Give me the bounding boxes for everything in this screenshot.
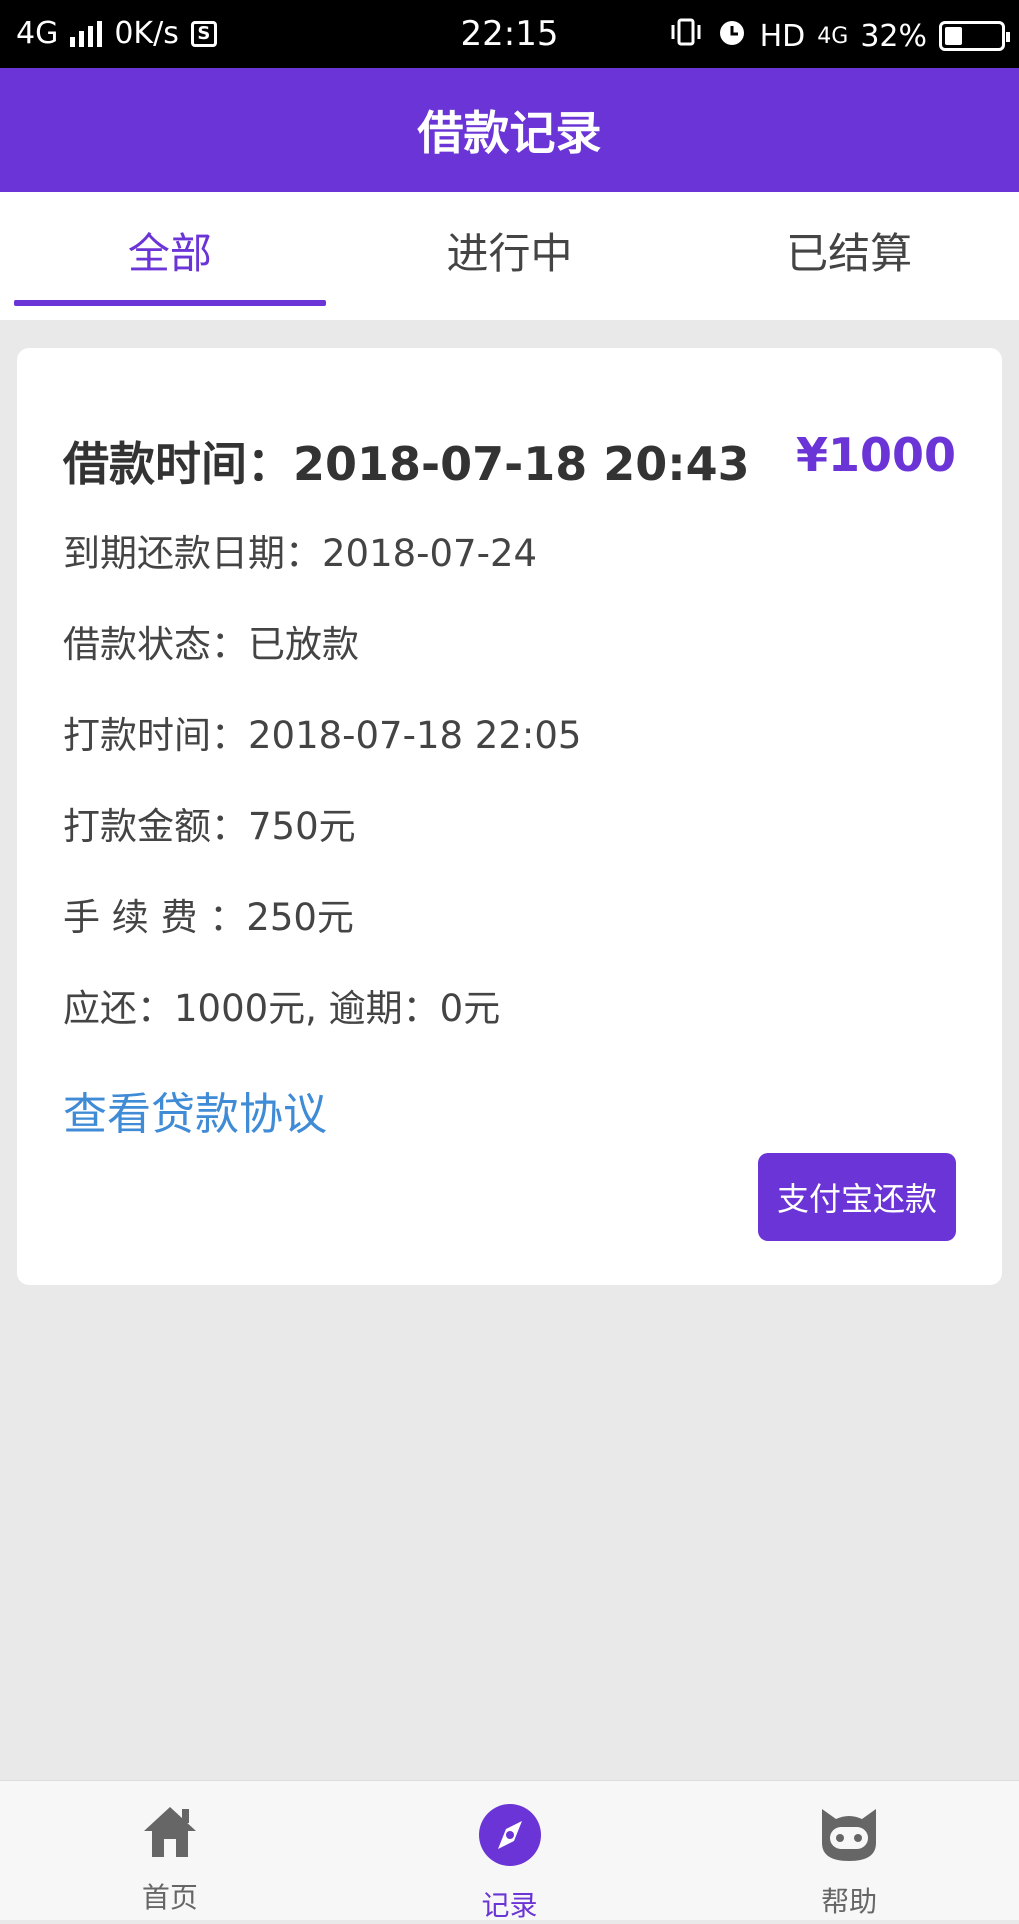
status-bar: 4G 0K/s S 22:15 HD 4G 32% <box>0 0 1019 68</box>
alarm-icon <box>716 16 748 56</box>
nav-records[interactable]: 记录 <box>340 1781 680 1922</box>
borrow-time: 借款时间：2018-07-18 20:43 <box>63 437 750 491</box>
nav-help[interactable]: 帮助 <box>679 1781 1019 1920</box>
tab-in-progress[interactable]: 进行中 <box>340 192 680 320</box>
alipay-repay-button[interactable]: 支付宝还款 <box>758 1153 956 1241</box>
tab-all[interactable]: 全部 <box>0 192 340 320</box>
tab-settled[interactable]: 已结算 <box>679 192 1019 320</box>
due-date: 到期还款日期：2018-07-24 <box>63 532 538 575</box>
loan-status: 借款状态：已放款 <box>63 623 359 666</box>
network2-label: 4G <box>817 23 849 49</box>
battery-icon <box>939 21 1010 51</box>
home-icon <box>140 1803 200 1866</box>
nav-label: 帮助 <box>821 1885 878 1918</box>
battery-percent: 32% <box>860 18 927 54</box>
service-fee: 手 续 费 ：250元 <box>63 896 354 939</box>
bottom-nav: 首页 记录 帮助 <box>0 1780 1019 1922</box>
help-cat-icon <box>816 1803 882 1870</box>
nav-label: 首页 <box>141 1881 198 1914</box>
vibrate-icon <box>668 17 704 55</box>
repay-summary: 应还：1000元, 逾期：0元 <box>63 987 501 1030</box>
tab-label: 进行中 <box>446 229 573 278</box>
page-title: 借款记录 <box>417 106 602 160</box>
loan-amount: ¥1000 <box>795 428 956 482</box>
tab-label: 已结算 <box>786 229 913 278</box>
hd-label: HD <box>759 18 806 54</box>
compass-icon <box>478 1803 542 1874</box>
tab-active-indicator <box>14 300 326 306</box>
view-agreement-link[interactable]: 查看贷款协议 <box>63 1078 327 1142</box>
payout-amount: 打款金额：750元 <box>63 805 356 848</box>
tab-label: 全部 <box>127 229 212 278</box>
payout-time: 打款时间：2018-07-18 22:05 <box>63 714 582 757</box>
nav-home[interactable]: 首页 <box>0 1781 340 1920</box>
tab-bar: 全部 进行中 已结算 <box>0 192 1019 320</box>
nav-label: 记录 <box>481 1889 538 1922</box>
page-header: 借款记录 <box>0 68 1019 192</box>
status-right: HD 4G 32% <box>668 16 1010 56</box>
loan-record-card: 借款时间：2018-07-18 20:43 ¥1000 到期还款日期：2018-… <box>17 348 1002 1285</box>
